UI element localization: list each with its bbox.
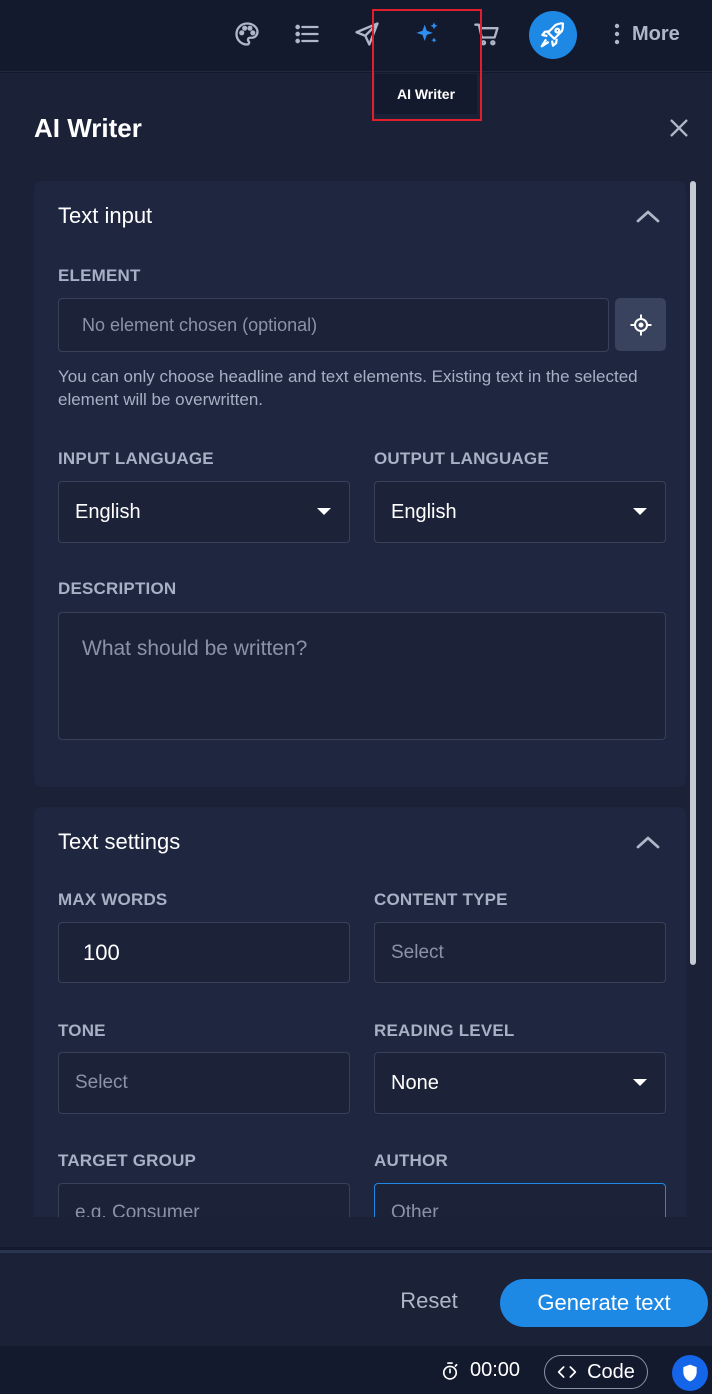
panel-title: AI Writer (34, 113, 142, 143)
rocket-icon[interactable] (529, 11, 577, 59)
element-placeholder: No element chosen (optional) (82, 314, 318, 335)
dropdown-caret-icon (633, 508, 647, 515)
output-language-select[interactable]: English (374, 481, 666, 543)
more-vert-icon (614, 23, 620, 45)
ai-writer-tooltip: AI Writer (375, 74, 477, 114)
crosshair-icon (630, 314, 651, 335)
close-button[interactable] (664, 113, 694, 143)
text-settings-section: Text settings MAX WORDS 100 CONTENT TYPE… (34, 807, 686, 1217)
generate-text-button[interactable]: Generate text (500, 1279, 708, 1327)
content-type-label: CONTENT TYPE (374, 890, 508, 909)
output-language-value: English (391, 500, 457, 523)
tone-placeholder: Select (75, 1072, 128, 1093)
max-words-value: 100 (83, 939, 120, 965)
cart-icon[interactable] (467, 14, 507, 54)
more-label: More (632, 22, 680, 45)
pick-element-button[interactable] (615, 298, 666, 351)
collapse-chevron-icon[interactable] (635, 834, 661, 850)
input-language-label: INPUT LANGUAGE (58, 449, 214, 468)
author-placeholder: Other (391, 1202, 439, 1217)
reading-level-select[interactable]: None (374, 1052, 666, 1114)
max-words-input[interactable]: 100 (58, 922, 350, 983)
list-icon[interactable] (287, 14, 327, 54)
ai-writer-panel: AI Writer Text input ELEMENT No element … (0, 73, 712, 1247)
text-input-title: Text input (58, 203, 153, 228)
dropdown-caret-icon (317, 508, 331, 515)
target-group-placeholder: e.g. Consumer (75, 1202, 200, 1217)
target-group-input[interactable]: e.g. Consumer (58, 1183, 350, 1217)
content-type-placeholder: Select (391, 941, 444, 963)
element-field[interactable]: No element chosen (optional) (58, 298, 609, 352)
stopwatch-icon (442, 1361, 458, 1380)
max-words-label: MAX WORDS (58, 890, 168, 909)
description-placeholder: What should be written? (82, 637, 308, 660)
timer-value: 00:00 (470, 1359, 521, 1381)
element-hint: You can only choose headline and text el… (58, 367, 638, 409)
reading-level-value: None (391, 1071, 439, 1094)
input-language-select[interactable]: English (58, 481, 350, 543)
close-icon (670, 119, 688, 137)
top-toolbar: More (0, 0, 712, 72)
status-bar: 00:00 Code (0, 1349, 712, 1394)
reset-button[interactable]: Reset (385, 1279, 473, 1323)
collapse-chevron-icon[interactable] (635, 208, 661, 224)
target-group-label: TARGET GROUP (58, 1151, 197, 1170)
text-input-section: Text input ELEMENT No element chosen (op… (34, 181, 686, 787)
input-language-value: English (75, 500, 141, 523)
element-label: ELEMENT (58, 266, 141, 285)
tone-label: TONE (58, 1021, 106, 1040)
output-language-label: OUTPUT LANGUAGE (374, 449, 549, 468)
timer: 00:00 (440, 1359, 520, 1382)
dropdown-caret-icon (633, 1079, 647, 1086)
code-button[interactable]: Code (544, 1355, 648, 1389)
security-shield-button[interactable] (672, 1355, 708, 1391)
send-icon[interactable] (347, 14, 387, 54)
palette-icon[interactable] (227, 14, 267, 54)
more-menu[interactable]: More (614, 14, 680, 54)
reading-level-label: READING LEVEL (374, 1021, 515, 1040)
panel-scrollbar[interactable] (690, 181, 696, 965)
panel-footer: Reset Generate text (0, 1250, 712, 1346)
panel-scroll-area[interactable]: Text input ELEMENT No element chosen (op… (34, 181, 690, 1217)
author-input[interactable]: Other (374, 1183, 666, 1217)
content-type-select[interactable]: Select (374, 922, 666, 983)
author-label: AUTHOR (374, 1151, 448, 1170)
description-label: DESCRIPTION (58, 579, 177, 598)
tone-select[interactable]: Select (58, 1052, 350, 1114)
code-label: Code (587, 1360, 635, 1383)
shield-icon (683, 1364, 697, 1382)
code-brackets-icon (557, 1366, 577, 1378)
text-settings-title: Text settings (58, 829, 181, 854)
description-textarea[interactable]: What should be written? (58, 612, 666, 740)
ai-sparkle-icon[interactable] (407, 14, 447, 54)
